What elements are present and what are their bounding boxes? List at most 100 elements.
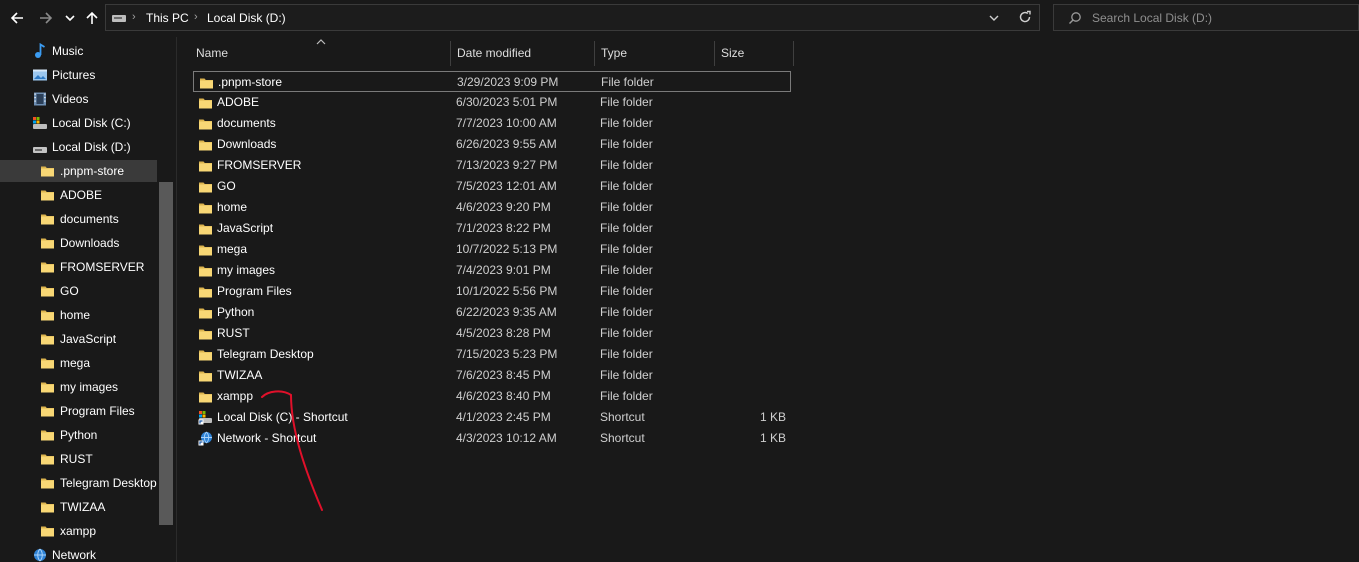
music-icon [35,42,45,58]
file-row[interactable]: Program Files 10/1/2022 5:56 PM File folde… [193,281,791,302]
file-date-modified: 4/3/2023 10:12 AM [456,431,557,445]
file-name: Downloads [217,137,277,151]
sidebar-item-pnpm-store[interactable]: .pnpm-store [0,160,157,182]
network-shortcut-icon [198,431,212,446]
sidebar-item-network[interactable]: Network [0,544,157,562]
sidebar-item-label: documents [60,212,119,226]
file-row[interactable]: Local Disk (C) - Shortcut 4/1/2023 2:45 P… [193,407,791,428]
file-type: File folder [600,200,653,214]
breadcrumb-this-pc[interactable]: This PC [146,11,189,25]
folder-icon [199,308,212,319]
sidebar-item-home[interactable]: home [0,304,157,326]
recent-locations-button[interactable] [60,7,80,29]
sidebar-item-label: Videos [52,92,89,106]
drive-shortcut-icon [198,410,213,425]
network-icon [32,547,48,562]
folder-icon [41,310,54,321]
navigation-pane: Music Pictures Videos Local Disk (C:) Local … [0,37,176,562]
folder-icon [41,430,54,441]
sidebar-scrollbar-thumb[interactable] [159,182,173,525]
sidebar-item-adobe[interactable]: ADOBE [0,184,157,206]
chevron-down-icon[interactable] [989,14,999,22]
sidebar-item-python[interactable]: Python [0,424,157,446]
sidebar-item-my-images[interactable]: my images [0,376,157,398]
file-row[interactable]: home 4/6/2023 9:20 PM File folder [193,197,791,218]
sidebar-item-telegram-desktop[interactable]: Telegram Desktop [0,472,157,494]
sidebar-item-music[interactable]: Music [0,40,157,62]
folder-icon [199,371,212,382]
folder-icon [41,526,54,537]
search-box[interactable] [1053,4,1359,31]
sidebar-item-mega[interactable]: mega [0,352,157,374]
column-header-size[interactable]: Size [715,42,793,66]
file-type: File folder [600,221,653,235]
pictures-icon [33,69,47,81]
sidebar-item-label: Downloads [60,236,120,250]
file-row[interactable]: my images 7/4/2023 9:01 PM File folder [193,260,791,281]
refresh-icon[interactable] [1018,10,1032,24]
file-row[interactable]: FROMSERVER 7/13/2023 9:27 PM File folder [193,155,791,176]
sidebar-item-videos[interactable]: Videos [0,88,157,110]
sidebar-item-xampp[interactable]: xampp [0,520,157,542]
column-header-date[interactable]: Date modified [451,42,594,66]
sidebar-item-downloads[interactable]: Downloads [0,232,157,254]
sidebar-item-label: ADOBE [60,188,103,202]
back-button[interactable] [6,7,28,29]
file-row[interactable]: documents 7/7/2023 10:00 AM File folder [193,113,791,134]
up-button[interactable] [81,7,103,29]
file-date-modified: 7/5/2023 12:01 AM [456,179,557,193]
folder-icon [40,523,56,539]
sidebar-item-local-disk-d[interactable]: Local Disk (D:) [0,136,157,158]
column-size-label: Size [721,46,745,60]
search-input[interactable] [1092,9,1342,27]
file-type: File folder [600,368,653,382]
sidebar-item-javascript[interactable]: JavaScript [0,328,157,350]
folder-icon [41,454,54,465]
sidebar-item-pictures[interactable]: Pictures [0,64,157,86]
file-type: File folder [600,284,653,298]
file-row[interactable]: mega 10/7/2022 5:13 PM File folder [193,239,791,260]
sidebar-item-label: Network [52,548,97,562]
file-row[interactable]: GO 7/5/2023 12:01 AM File folder [193,176,791,197]
sidebar-item-program-files[interactable]: Program Files [0,400,157,422]
folder-icon [40,283,56,299]
sidebar-item-label: Program Files [60,404,135,418]
folder-icon [40,331,56,347]
file-row[interactable]: Downloads 6/26/2023 9:55 AM File folder [193,134,791,155]
folder-icon [40,211,56,227]
sidebar-item-rust[interactable]: RUST [0,448,157,470]
sidebar-item-label: FROMSERVER [60,260,145,274]
file-row[interactable]: ADOBE 6/30/2023 5:01 PM File folder [193,92,791,113]
file-type: File folder [600,305,653,319]
sidebar-item-documents[interactable]: documents [0,208,157,230]
file-row[interactable]: .pnpm-store 3/29/2023 9:09 PM File folder [193,71,791,92]
breadcrumb-local-disk-d[interactable]: Local Disk (D:) [207,11,286,25]
column-header-name[interactable]: Name [190,39,450,66]
file-row[interactable]: Network - Shortcut 4/3/2023 10:12 AM Short… [193,428,791,449]
folder-icon [40,499,56,515]
file-row[interactable]: Telegram Desktop 7/15/2023 5:23 PM File fo… [193,344,791,365]
column-header-type[interactable]: Type [595,42,714,66]
column-divider[interactable] [793,41,794,66]
folder-icon [40,235,56,251]
drive-c-icon [32,115,48,131]
folder-icon [199,119,212,130]
file-row[interactable]: TWIZAA 7/6/2023 8:45 PM File folder [193,365,791,386]
forward-button[interactable] [35,7,57,29]
sidebar-item-label: my images [60,380,119,394]
sidebar-item-local-disk-c[interactable]: Local Disk (C:) [0,112,157,134]
file-row[interactable]: JavaScript 7/1/2023 8:22 PM File folder [193,218,791,239]
sidebar-item-label: TWIZAA [60,500,106,514]
file-name: documents [217,116,276,130]
file-type: Shortcut [600,410,645,424]
folder-icon [198,263,213,278]
folder-icon [40,307,56,323]
sidebar-item-twizaa[interactable]: TWIZAA [0,496,157,518]
file-row[interactable]: Python 6/22/2023 9:35 AM File folder [193,302,791,323]
folder-icon [199,140,212,151]
file-row[interactable]: xampp 4/6/2023 8:40 PM File folder [193,386,791,407]
address-bar[interactable]: › This PC › Local Disk (D:) [105,4,1040,31]
sidebar-item-go[interactable]: GO [0,280,157,302]
sidebar-item-fromserver[interactable]: FROMSERVER [0,256,157,278]
file-row[interactable]: RUST 4/5/2023 8:28 PM File folder [193,323,791,344]
